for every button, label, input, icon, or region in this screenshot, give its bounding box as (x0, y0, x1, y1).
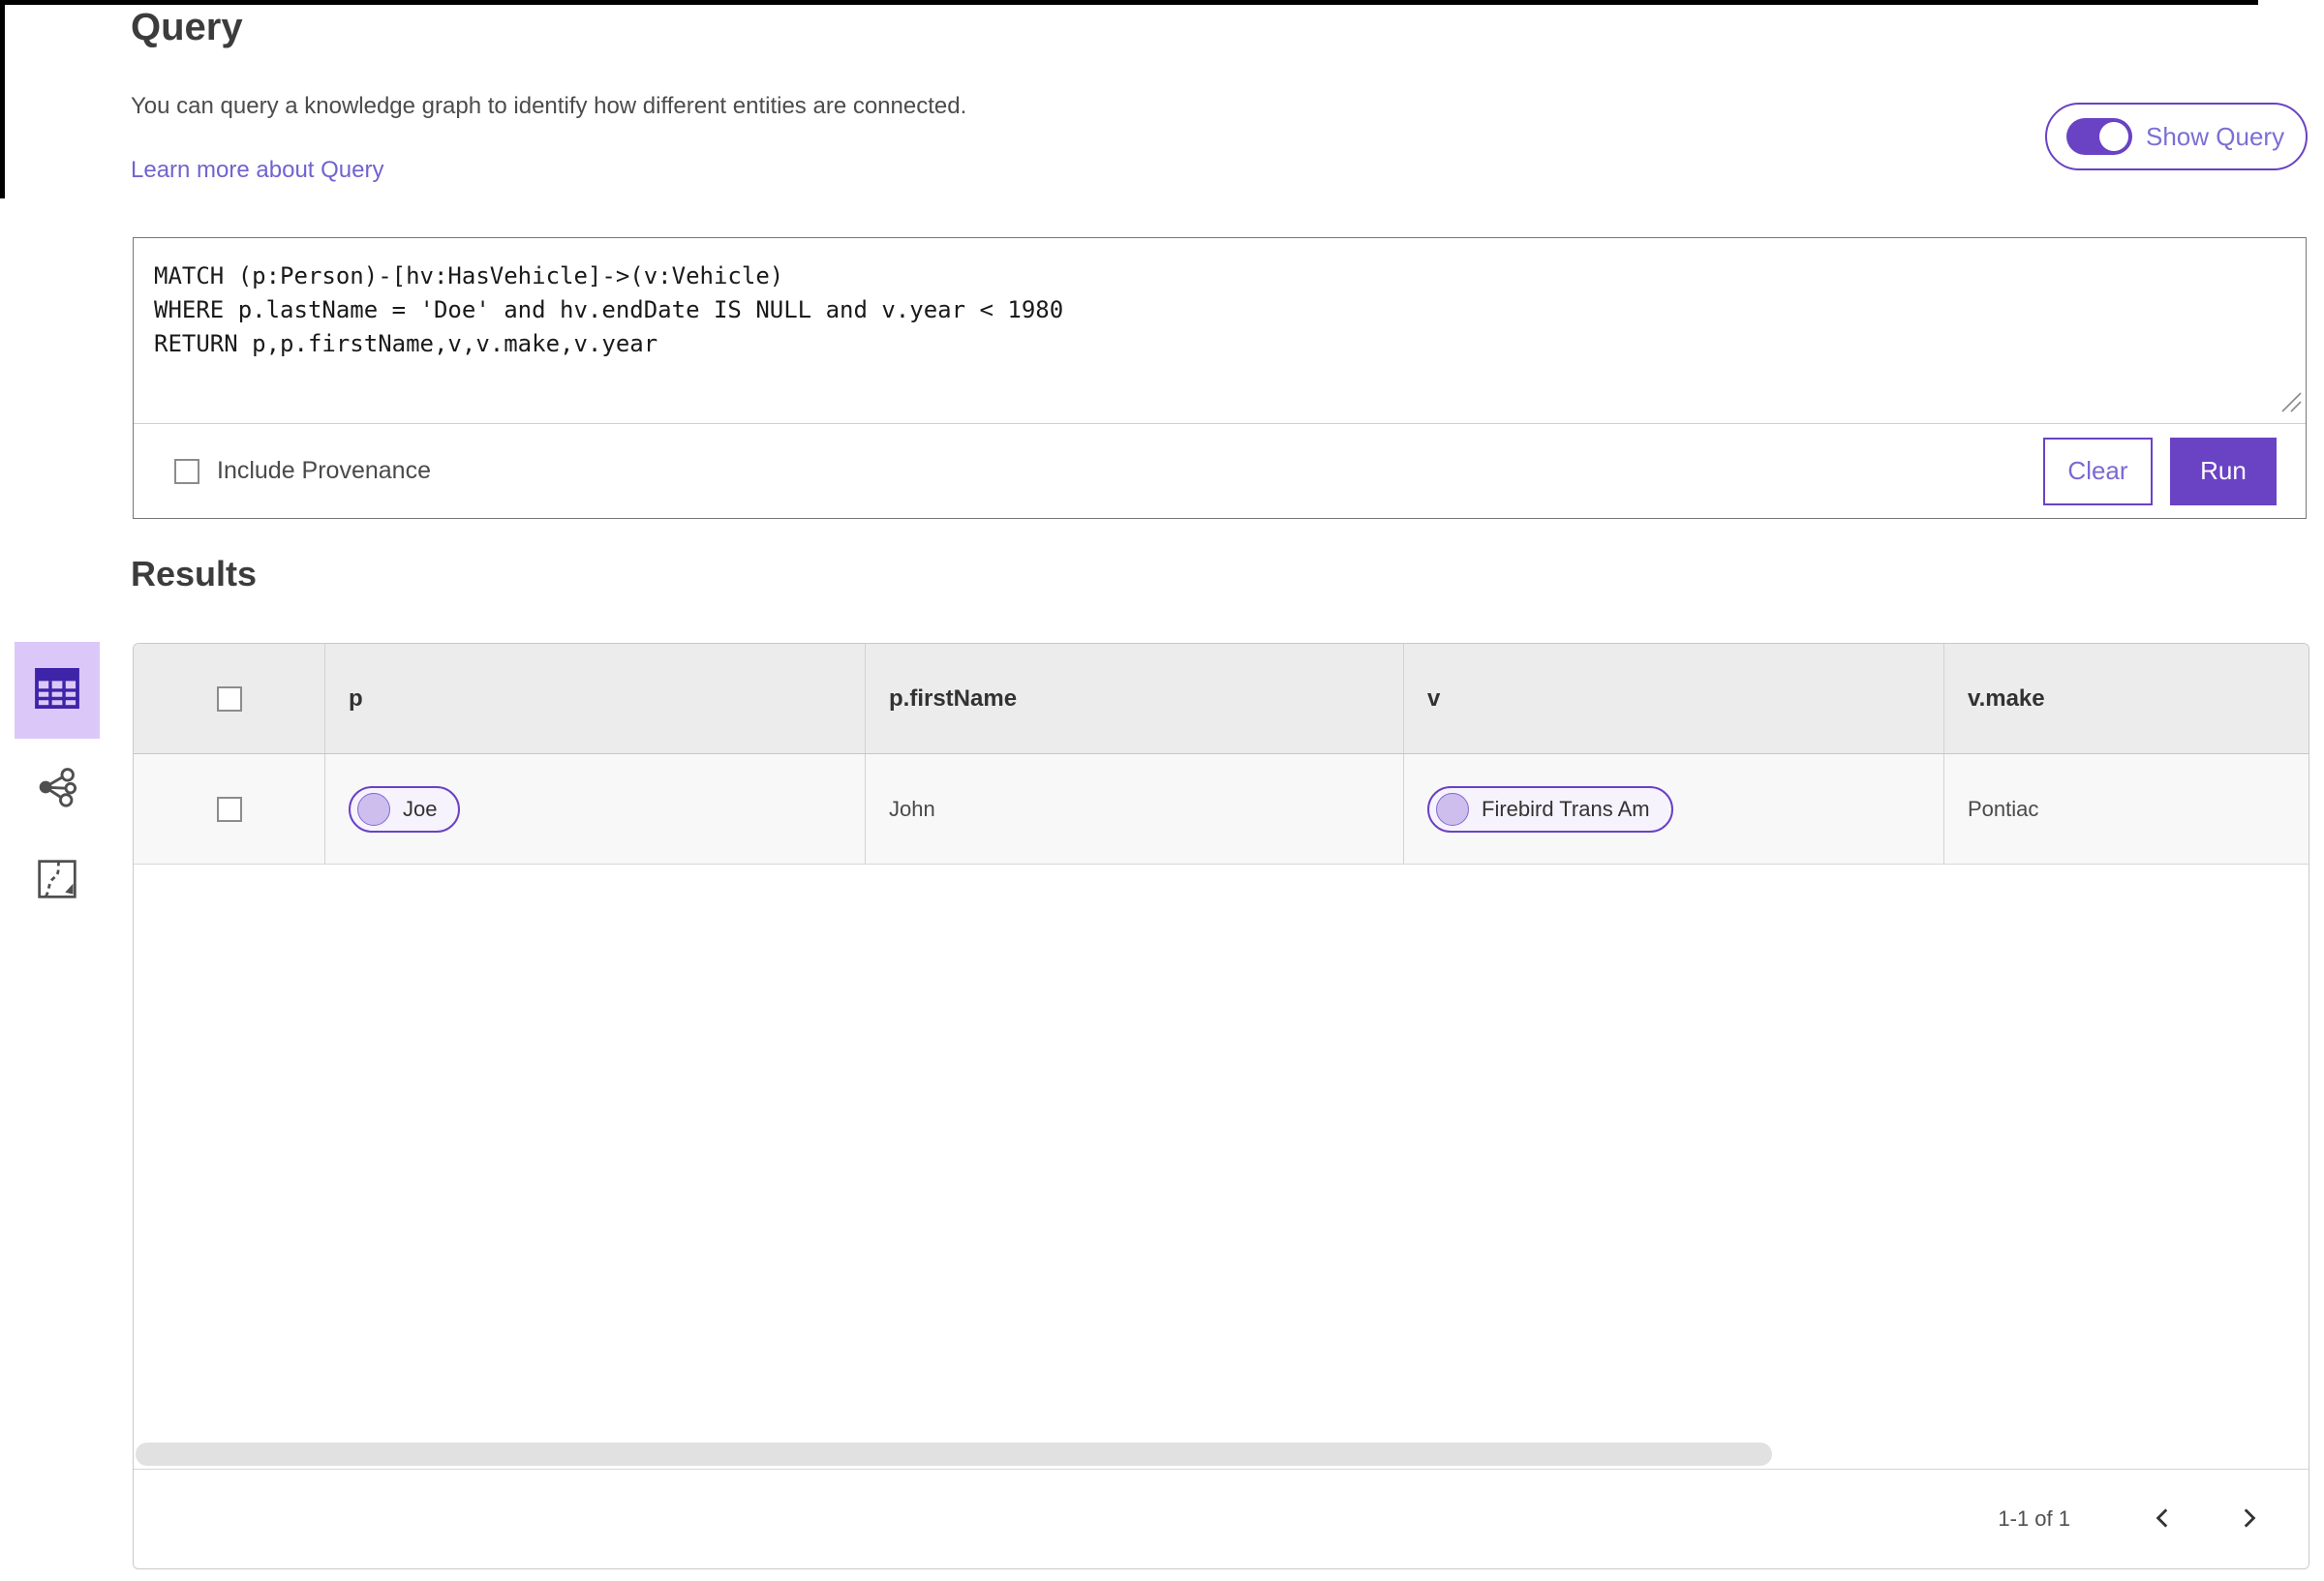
column-header-v[interactable]: v (1404, 644, 1944, 753)
link-chart-icon (35, 765, 79, 814)
entity-chip-label: Joe (403, 796, 438, 821)
table-view-button[interactable] (15, 642, 100, 739)
map-view-button[interactable] (15, 833, 100, 929)
column-header-v-make[interactable]: v.make (1944, 644, 2309, 753)
clear-button[interactable]: Clear (2043, 437, 2153, 505)
entity-dot-icon (357, 792, 390, 826)
chevron-left-icon (2151, 1505, 2176, 1534)
toggle-switch-icon[interactable] (2066, 118, 2132, 155)
toggle-knob (2099, 122, 2128, 151)
show-query-toggle[interactable]: Show Query (2045, 103, 2308, 170)
entity-chip-vehicle[interactable]: Firebird Trans Am (1427, 785, 1673, 833)
learn-more-link[interactable]: Learn more about Query (131, 157, 383, 184)
cell-p: Joe (325, 754, 866, 864)
scrollbar-thumb[interactable] (136, 1443, 1772, 1466)
cell-p-firstname: John (866, 754, 1404, 864)
table-icon (35, 667, 79, 714)
graph-view-button[interactable] (15, 741, 100, 837)
show-query-label: Show Query (2146, 121, 2285, 151)
column-header-p-firstname[interactable]: p.firstName (866, 644, 1404, 753)
page-title: Query (131, 6, 243, 48)
entity-dot-icon (1436, 792, 1469, 826)
run-button[interactable]: Run (2170, 437, 2277, 505)
query-panel: MATCH (p:Person)-[hv:HasVehicle]->(v:Veh… (133, 237, 2307, 519)
cell-v: Firebird Trans Am (1404, 754, 1944, 864)
chevron-right-icon (2236, 1505, 2261, 1534)
table-footer: 1-1 of 1 (134, 1469, 2309, 1568)
resize-handle-icon[interactable] (2278, 388, 2303, 418)
row-checkbox[interactable] (216, 796, 242, 822)
include-provenance-label: Include Provenance (217, 457, 431, 484)
window-frame-top (0, 0, 2258, 5)
table-header-row: p p.firstName v v.make (134, 644, 2309, 754)
include-provenance-checkbox[interactable] (174, 458, 199, 484)
table-row[interactable]: Joe John Firebird Trans Am Pontiac (134, 754, 2309, 865)
next-page-button[interactable] (2231, 1502, 2266, 1536)
table-empty-area (134, 865, 2309, 1442)
map-icon (36, 858, 78, 905)
cell-v-make: Pontiac (1944, 754, 2309, 864)
header-select-cell (134, 644, 325, 753)
page-description: You can query a knowledge graph to ident… (131, 93, 967, 119)
cell-value: Pontiac (1968, 796, 2039, 821)
entity-chip-person[interactable]: Joe (349, 785, 461, 833)
column-header-p[interactable]: p (325, 644, 866, 753)
entity-chip-label: Firebird Trans Am (1482, 796, 1650, 821)
horizontal-scrollbar (134, 1442, 2309, 1469)
query-code: MATCH (p:Person)-[hv:HasVehicle]->(v:Veh… (154, 262, 1064, 357)
previous-page-button[interactable] (2146, 1502, 2181, 1536)
query-page: Query You can query a knowledge graph to… (0, 0, 2324, 1581)
row-select-cell (134, 754, 325, 864)
query-code-textarea[interactable]: MATCH (p:Person)-[hv:HasVehicle]->(v:Veh… (134, 238, 2306, 424)
select-all-checkbox[interactable] (216, 685, 242, 712)
results-heading: Results (131, 554, 258, 593)
window-frame-left (0, 0, 5, 198)
results-table: p p.firstName v v.make Joe John Firebird… (133, 643, 2309, 1569)
cell-value: John (889, 796, 935, 821)
pagination-range: 1-1 of 1 (1998, 1506, 2070, 1531)
query-panel-footer: Include Provenance Clear Run (134, 424, 2306, 518)
